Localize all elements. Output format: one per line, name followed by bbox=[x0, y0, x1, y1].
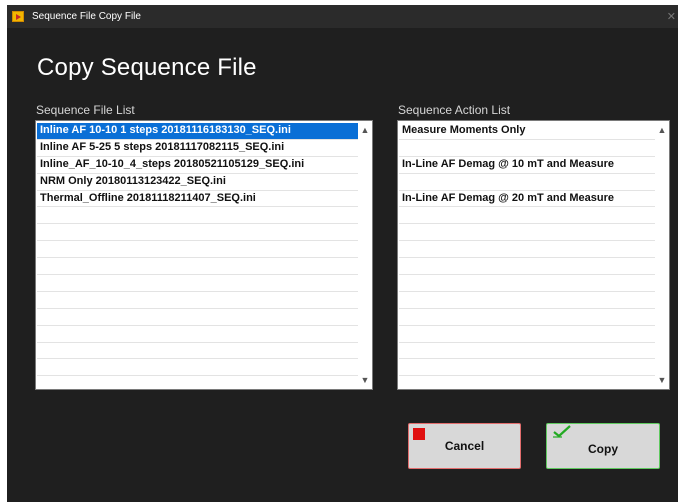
file-list-scrollbar[interactable]: ▲ ▼ bbox=[358, 121, 372, 389]
file-list-item[interactable] bbox=[37, 275, 358, 292]
copy-button-label: Copy bbox=[588, 442, 618, 456]
file-list-item[interactable] bbox=[37, 359, 358, 377]
page-title: Copy Sequence File bbox=[37, 54, 257, 81]
sequence-action-listbox[interactable]: Measure Moments Only In-Line AF Demag @ 1… bbox=[397, 120, 670, 390]
window-title: Sequence File Copy File bbox=[32, 11, 141, 22]
scroll-up-icon[interactable]: ▲ bbox=[655, 125, 669, 135]
cancel-button[interactable]: Cancel bbox=[408, 423, 521, 469]
action-list-item[interactable] bbox=[399, 140, 655, 157]
action-list-item[interactable] bbox=[399, 258, 655, 276]
action-list-item[interactable] bbox=[399, 309, 655, 326]
action-list-item[interactable] bbox=[399, 359, 655, 377]
file-list-item[interactable] bbox=[37, 309, 358, 326]
sequence-file-listbox[interactable]: Inline AF 10-10 1 steps 20181116183130_S… bbox=[35, 120, 373, 390]
dialog-body: Copy Sequence File Sequence File List Se… bbox=[7, 28, 678, 502]
scroll-down-icon[interactable]: ▼ bbox=[358, 375, 372, 385]
close-icon[interactable]: ✕ bbox=[667, 10, 676, 23]
file-list-item[interactable] bbox=[37, 326, 358, 343]
file-list-rows: Inline AF 10-10 1 steps 20181116183130_S… bbox=[37, 123, 358, 389]
file-list-item[interactable] bbox=[37, 292, 358, 309]
copy-button[interactable]: Copy bbox=[546, 423, 660, 469]
action-list-item[interactable] bbox=[399, 174, 655, 191]
file-list-item[interactable] bbox=[37, 376, 358, 389]
file-list-item[interactable]: NRM Only 20180113123422_SEQ.ini bbox=[37, 174, 358, 191]
file-list-label: Sequence File List bbox=[36, 103, 135, 117]
action-list-item[interactable] bbox=[399, 326, 655, 343]
action-list-item[interactable]: In-Line AF Demag @ 20 mT and Measure bbox=[399, 191, 655, 208]
action-list-label: Sequence Action List bbox=[398, 103, 511, 117]
action-list-item[interactable] bbox=[399, 241, 655, 259]
file-list-item[interactable]: Inline AF 10-10 1 steps 20181116183130_S… bbox=[37, 123, 358, 140]
scroll-up-icon[interactable]: ▲ bbox=[358, 125, 372, 135]
check-icon bbox=[553, 425, 571, 438]
action-list-item[interactable] bbox=[399, 224, 655, 242]
action-list-item[interactable]: In-Line AF Demag @ 10 mT and Measure bbox=[399, 157, 655, 174]
action-list-item[interactable] bbox=[399, 207, 655, 225]
file-list-item[interactable] bbox=[37, 241, 358, 259]
action-list-item[interactable] bbox=[399, 343, 655, 360]
file-list-item[interactable] bbox=[37, 224, 358, 242]
file-list-item[interactable]: Inline_AF_10-10_4_steps 20180521105129_S… bbox=[37, 157, 358, 174]
action-list-item[interactable] bbox=[399, 275, 655, 292]
action-list-item[interactable] bbox=[399, 292, 655, 309]
file-list-item[interactable] bbox=[37, 258, 358, 276]
cancel-button-label: Cancel bbox=[444, 439, 485, 453]
file-list-item[interactable]: Thermal_Offline 20181118211407_SEQ.ini bbox=[37, 191, 358, 208]
action-list-scrollbar[interactable]: ▲ ▼ bbox=[655, 121, 669, 389]
app-icon bbox=[12, 11, 24, 22]
action-list-item[interactable] bbox=[399, 376, 655, 389]
file-list-item[interactable] bbox=[37, 343, 358, 360]
action-list-rows: Measure Moments Only In-Line AF Demag @ 1… bbox=[399, 123, 655, 389]
title-bar: Sequence File Copy File ✕ bbox=[7, 5, 678, 28]
scroll-down-icon[interactable]: ▼ bbox=[655, 375, 669, 385]
file-list-item[interactable]: Inline AF 5-25 5 steps 20181117082115_SE… bbox=[37, 140, 358, 157]
file-list-item[interactable] bbox=[37, 207, 358, 225]
action-list-item[interactable]: Measure Moments Only bbox=[399, 123, 655, 140]
